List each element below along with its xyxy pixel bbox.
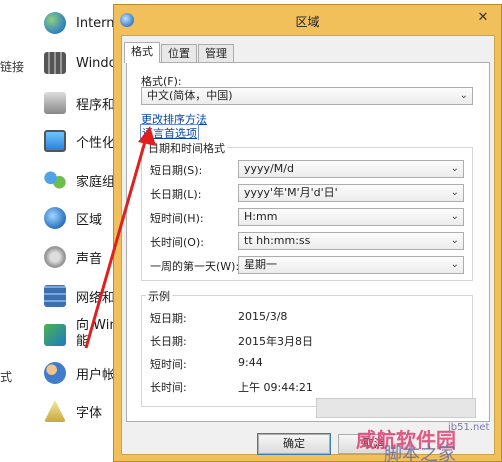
cp-item-label: 个性化 (76, 135, 116, 151)
chevron-down-icon: ⌄ (450, 187, 459, 198)
users-icon (44, 362, 66, 384)
select-value: yyyy/M/d (244, 162, 294, 175)
format-select-value: 中文(简体，中国) (147, 89, 233, 102)
additional-settings-button[interactable] (316, 398, 476, 418)
example-short-time-value: 9:44 (238, 356, 263, 369)
cp-item-homegroup[interactable]: 家庭组 (44, 167, 115, 193)
cp-item-label: Intern (76, 15, 115, 31)
network-icon (44, 285, 66, 307)
cp-item-label: 程序和 (76, 97, 116, 113)
dialog-title: 区域 (295, 15, 320, 29)
example-short-date-value: 2015/3/8 (238, 310, 288, 323)
cp-item-label: Windo (76, 55, 117, 71)
chevron-down-icon: ⌄ (450, 211, 459, 222)
long-time-label: 长时间(O): (150, 236, 204, 249)
example-long-time-value: 上午 09:44:21 (238, 381, 313, 394)
cp-item-windows-update[interactable]: Windo (44, 50, 117, 76)
programs-icon (44, 92, 66, 114)
short-time-select[interactable]: H:mm ⌄ (238, 208, 464, 226)
dialog-client-area: 格式 位置 管理 格式(F): 中文(简体，中国) ⌄ 更改排序方法 语言首选项… (121, 35, 495, 455)
left-nav-fragment[interactable]: 链接 (0, 58, 24, 75)
cp-item-programs[interactable]: 程序和 (44, 90, 115, 116)
cp-item-label: 区域 (76, 212, 103, 228)
internet-options-icon (44, 12, 66, 34)
tab-strip: 格式 位置 管理 (124, 42, 235, 63)
sync-icon (44, 324, 66, 346)
fonts-icon (44, 400, 66, 422)
cp-item-sound[interactable]: 声音 (44, 244, 102, 270)
datetime-formats-group: 日期和时间格式 短日期(S): yyyy/M/d ⌄ 长日期(L): yyyy'年… (141, 140, 473, 281)
format-select[interactable]: 中文(简体，中国) ⌄ (141, 87, 473, 105)
select-value: 星期一 (244, 258, 277, 271)
cp-item-label: 家庭组 (76, 174, 116, 190)
format-tab-panel: 格式(F): 中文(简体，中国) ⌄ 更改排序方法 语言首选项 日期和时间格式 … (126, 62, 490, 422)
cp-item-users[interactable]: 用户帐 (44, 360, 115, 386)
cp-item-label: 用户帐 (76, 367, 116, 383)
tab-administrative[interactable]: 管理 (198, 44, 234, 62)
personalization-icon (44, 130, 66, 152)
chevron-down-icon: ⌄ (450, 235, 459, 246)
cp-item-label: 声音 (76, 251, 103, 267)
homegroup-icon (44, 169, 66, 191)
select-value: tt hh:mm:ss (244, 234, 311, 247)
example-long-time-label: 长时间: (150, 381, 187, 394)
select-value: H:mm (244, 210, 278, 223)
cp-item-fonts[interactable]: 字体 (44, 398, 102, 424)
tab-location[interactable]: 位置 (161, 44, 197, 62)
chevron-down-icon: ⌄ (450, 259, 459, 270)
left-nav-fragment[interactable]: 式 (0, 368, 12, 385)
region-icon (44, 207, 66, 229)
sound-icon (44, 246, 66, 268)
long-date-label: 长日期(L): (150, 188, 202, 201)
group-title: 日期和时间格式 (146, 140, 227, 156)
example-short-date-label: 短日期: (150, 312, 187, 325)
first-day-label: 一周的第一天(W): (150, 260, 240, 273)
ok-button[interactable]: 确定 (257, 433, 331, 455)
first-day-select[interactable]: 星期一 ⌄ (238, 256, 464, 274)
cp-item-internet[interactable]: Intern (44, 10, 115, 36)
tab-format[interactable]: 格式 (124, 42, 160, 63)
chevron-down-icon: ⌄ (450, 163, 459, 174)
select-value: yyyy'年'M'月'd'日' (244, 186, 338, 199)
example-long-date-value: 2015年3月8日 (238, 335, 313, 348)
windows-update-icon (44, 52, 66, 74)
chevron-down-icon: ⌄ (459, 90, 468, 101)
long-date-select[interactable]: yyyy'年'M'月'd'日' ⌄ (238, 184, 464, 202)
cp-item-sync[interactable]: 向 Win 能 (44, 318, 118, 352)
cp-item-label: 向 Win 能 (76, 318, 118, 349)
dialog-titlebar[interactable]: 区域 ✕ (114, 5, 501, 35)
cp-item-network[interactable]: 网络和 (44, 283, 115, 309)
watermark-text: 脚本之家 (384, 444, 456, 462)
language-preferences-link[interactable]: 语言首选项 (140, 124, 199, 142)
region-dialog: 区域 ✕ 格式 位置 管理 格式(F): 中文(简体，中国) ⌄ 更改排序方法 … (113, 4, 502, 462)
example-long-date-label: 长日期: (150, 335, 187, 348)
group-title: 示例 (146, 288, 172, 304)
cp-item-region[interactable]: 区域 (44, 205, 102, 231)
example-group: 示例 短日期: 2015/3/8 长日期: 2015年3月8日 短时间: 9:4… (141, 288, 473, 407)
short-time-label: 短时间(H): (150, 212, 204, 225)
cp-item-label: 字体 (76, 405, 103, 421)
cp-item-label: 网络和 (76, 290, 116, 306)
cp-item-personalization[interactable]: 个性化 (44, 128, 115, 154)
close-button[interactable]: ✕ (473, 9, 493, 27)
example-short-time-label: 短时间: (150, 358, 187, 371)
short-date-label: 短日期(S): (150, 164, 203, 177)
long-time-select[interactable]: tt hh:mm:ss ⌄ (238, 232, 464, 250)
watermark-domain: jb51.net (448, 422, 490, 433)
short-date-select[interactable]: yyyy/M/d ⌄ (238, 160, 464, 178)
